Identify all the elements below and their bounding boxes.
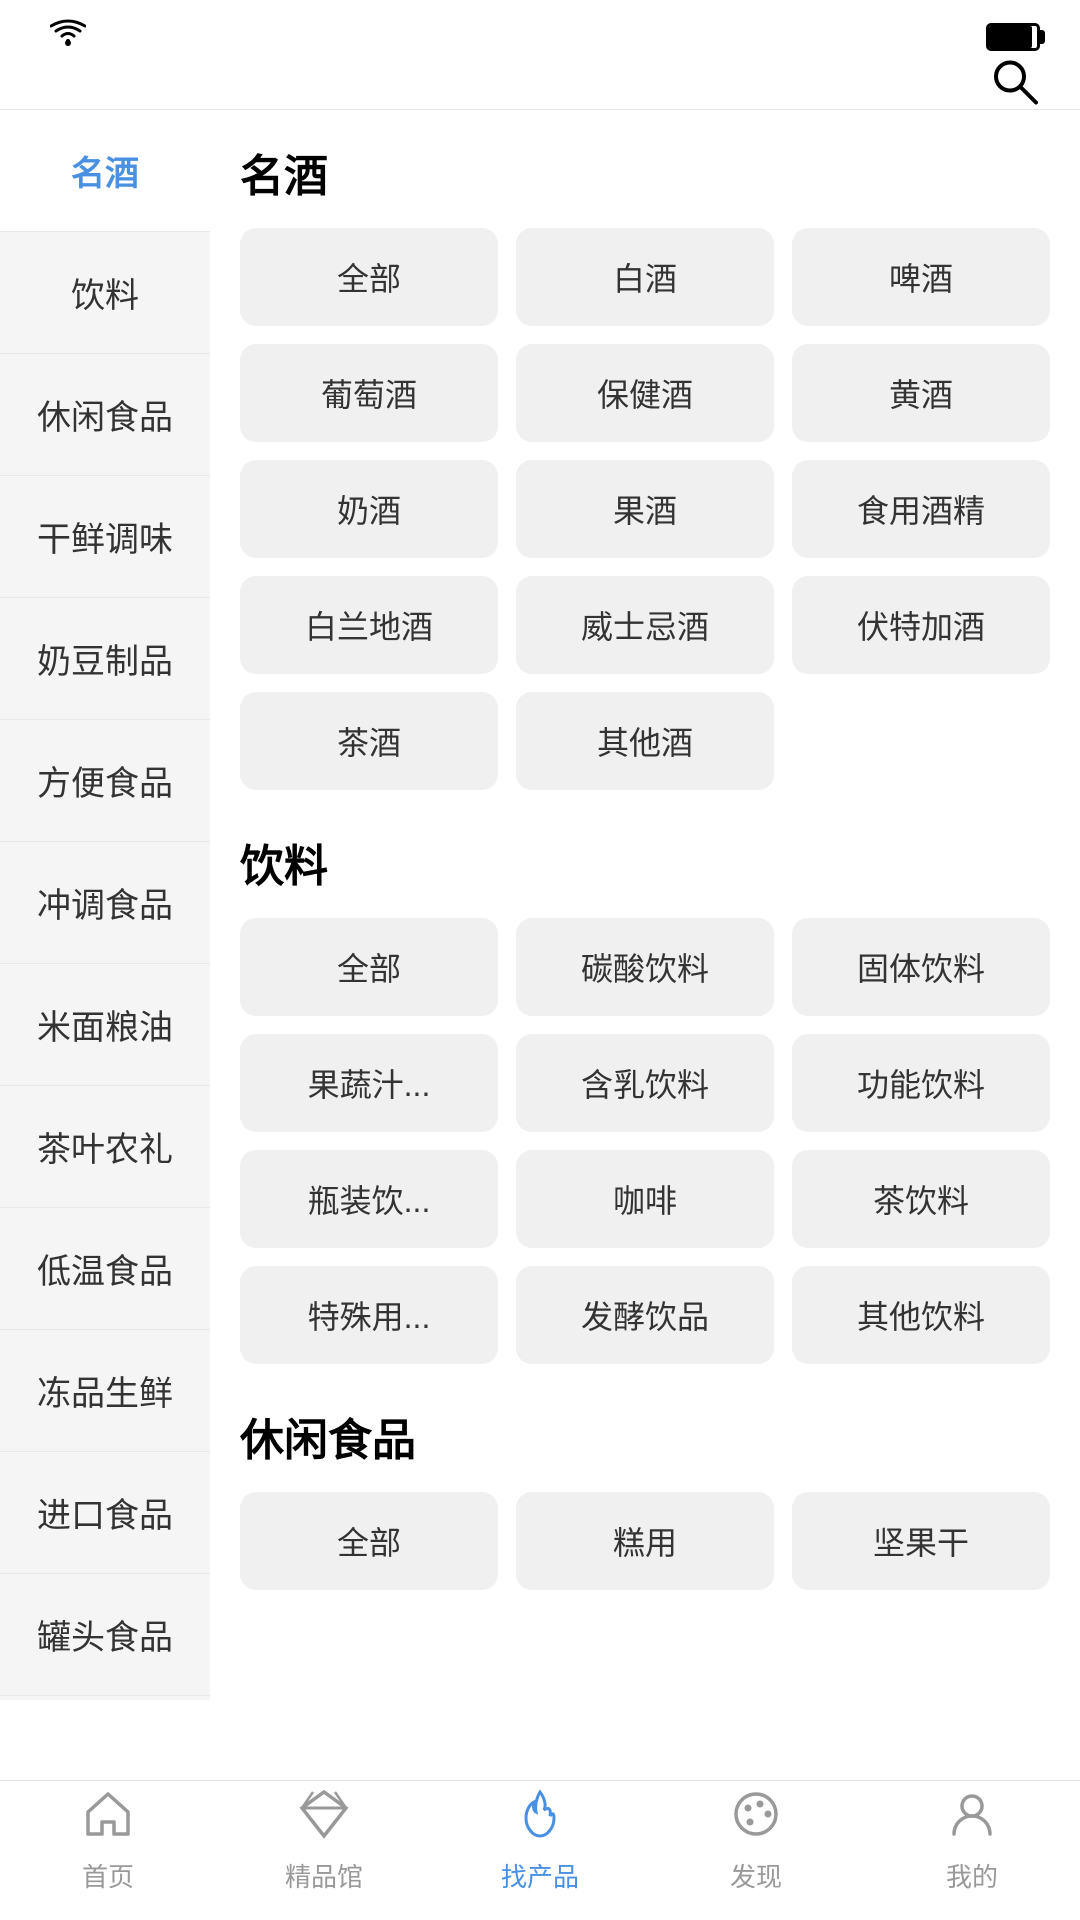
tag-button[interactable]: 其他酒 (516, 692, 774, 790)
tags-grid-xiuxian: 全部糕用坚果干 (240, 1492, 1050, 1590)
tag-button[interactable]: 茶酒 (240, 692, 498, 790)
tag-button[interactable]: 啤酒 (792, 228, 1050, 326)
sidebar-item-yinliao[interactable]: 饮料 (0, 232, 210, 354)
sidebar-item-chaye[interactable]: 茶叶农礼 (0, 1086, 210, 1208)
tag-button[interactable]: 果酒 (516, 460, 774, 558)
tab-label-home: 首页 (82, 1857, 134, 1894)
main-layout: 名酒饮料休闲食品干鲜调味奶豆制品方便食品冲调食品米面粮油茶叶农礼低温食品冻品生鲜… (0, 110, 1080, 1700)
tag-button[interactable]: 威士忌酒 (516, 576, 774, 674)
sidebar: 名酒饮料休闲食品干鲜调味奶豆制品方便食品冲调食品米面粮油茶叶农礼低温食品冻品生鲜… (0, 110, 210, 1700)
status-carrier (40, 18, 86, 55)
sidebar-item-mingjiu[interactable]: 名酒 (0, 110, 210, 232)
tag-button[interactable]: 白酒 (516, 228, 774, 326)
tab-label-find-product: 找产品 (501, 1857, 579, 1894)
diamond-icon (298, 1788, 350, 1849)
category-section-yinliao: 饮料全部碳酸饮料固体饮料果蔬汁...含乳饮料功能饮料瓶装饮...咖啡茶饮料特殊用… (240, 830, 1050, 1364)
tag-button[interactable]: 葡萄酒 (240, 344, 498, 442)
sidebar-item-fangbian[interactable]: 方便食品 (0, 720, 210, 842)
tag-button[interactable]: 黄酒 (792, 344, 1050, 442)
tab-label-mine: 我的 (946, 1857, 998, 1894)
sidebar-item-diwen[interactable]: 低温食品 (0, 1208, 210, 1330)
person-icon (946, 1788, 998, 1849)
tag-button[interactable]: 含乳饮料 (516, 1034, 774, 1132)
tab-jingpin[interactable]: 精品馆 (216, 1788, 432, 1894)
battery-icon (986, 23, 1040, 51)
tag-button[interactable]: 固体饮料 (792, 918, 1050, 1016)
palette-icon (730, 1788, 782, 1849)
tag-button[interactable]: 全部 (240, 918, 498, 1016)
category-title-mingjiu: 名酒 (240, 140, 1050, 204)
sidebar-item-guantou[interactable]: 罐头食品 (0, 1574, 210, 1696)
tag-button[interactable]: 保健酒 (516, 344, 774, 442)
tag-button[interactable]: 瓶装饮... (240, 1150, 498, 1248)
tab-bar: 首页 精品馆 找产品 发现 我的 (0, 1780, 1080, 1920)
tab-home[interactable]: 首页 (0, 1788, 216, 1894)
tab-label-jingpin: 精品馆 (285, 1857, 363, 1894)
tag-button[interactable]: 特殊用... (240, 1266, 498, 1364)
sidebar-item-chongtiao[interactable]: 冲调食品 (0, 842, 210, 964)
tag-button[interactable]: 果蔬汁... (240, 1034, 498, 1132)
tag-button[interactable]: 发酵饮品 (516, 1266, 774, 1364)
tag-button[interactable]: 白兰地酒 (240, 576, 498, 674)
category-section-mingjiu: 名酒全部白酒啤酒葡萄酒保健酒黄酒奶酒果酒食用酒精白兰地酒威士忌酒伏特加酒茶酒其他… (240, 140, 1050, 790)
content-area: 名酒全部白酒啤酒葡萄酒保健酒黄酒奶酒果酒食用酒精白兰地酒威士忌酒伏特加酒茶酒其他… (210, 110, 1080, 1700)
tag-button[interactable]: 奶酒 (240, 460, 498, 558)
sidebar-item-xiuxian[interactable]: 休闲食品 (0, 354, 210, 476)
sidebar-item-naidou[interactable]: 奶豆制品 (0, 598, 210, 720)
sidebar-item-ganxian[interactable]: 干鲜调味 (0, 476, 210, 598)
tag-button[interactable]: 糕用 (516, 1492, 774, 1590)
tags-grid-yinliao: 全部碳酸饮料固体饮料果蔬汁...含乳饮料功能饮料瓶装饮...咖啡茶饮料特殊用..… (240, 918, 1050, 1364)
tag-button[interactable]: 茶饮料 (792, 1150, 1050, 1248)
sidebar-item-dongpin[interactable]: 冻品生鲜 (0, 1330, 210, 1452)
tab-label-discover: 发现 (730, 1857, 782, 1894)
home-icon (82, 1788, 134, 1849)
sidebar-item-mimian[interactable]: 米面粮油 (0, 964, 210, 1086)
tag-button[interactable]: 碳酸饮料 (516, 918, 774, 1016)
tag-button[interactable]: 食用酒精 (792, 460, 1050, 558)
category-title-xiuxian: 休闲食品 (240, 1404, 1050, 1468)
tags-grid-mingjiu: 全部白酒啤酒葡萄酒保健酒黄酒奶酒果酒食用酒精白兰地酒威士忌酒伏特加酒茶酒其他酒 (240, 228, 1050, 790)
tag-button[interactable]: 伏特加酒 (792, 576, 1050, 674)
search-button[interactable] (988, 55, 1040, 120)
tag-button[interactable]: 全部 (240, 228, 498, 326)
tab-mine[interactable]: 我的 (864, 1788, 1080, 1894)
category-section-xiuxian: 休闲食品全部糕用坚果干 (240, 1404, 1050, 1590)
tag-button[interactable]: 坚果干 (792, 1492, 1050, 1590)
top-nav (0, 65, 1080, 110)
tag-button[interactable]: 全部 (240, 1492, 498, 1590)
tab-discover[interactable]: 发现 (648, 1788, 864, 1894)
tag-button[interactable]: 功能饮料 (792, 1034, 1050, 1132)
fire-icon (514, 1788, 566, 1849)
category-title-yinliao: 饮料 (240, 830, 1050, 894)
status-bar (0, 0, 1080, 65)
sidebar-item-jinkou[interactable]: 进口食品 (0, 1452, 210, 1574)
tab-find-product[interactable]: 找产品 (432, 1788, 648, 1894)
tag-button[interactable]: 其他饮料 (792, 1266, 1050, 1364)
wifi-icon (50, 18, 86, 55)
tag-button[interactable]: 咖啡 (516, 1150, 774, 1248)
